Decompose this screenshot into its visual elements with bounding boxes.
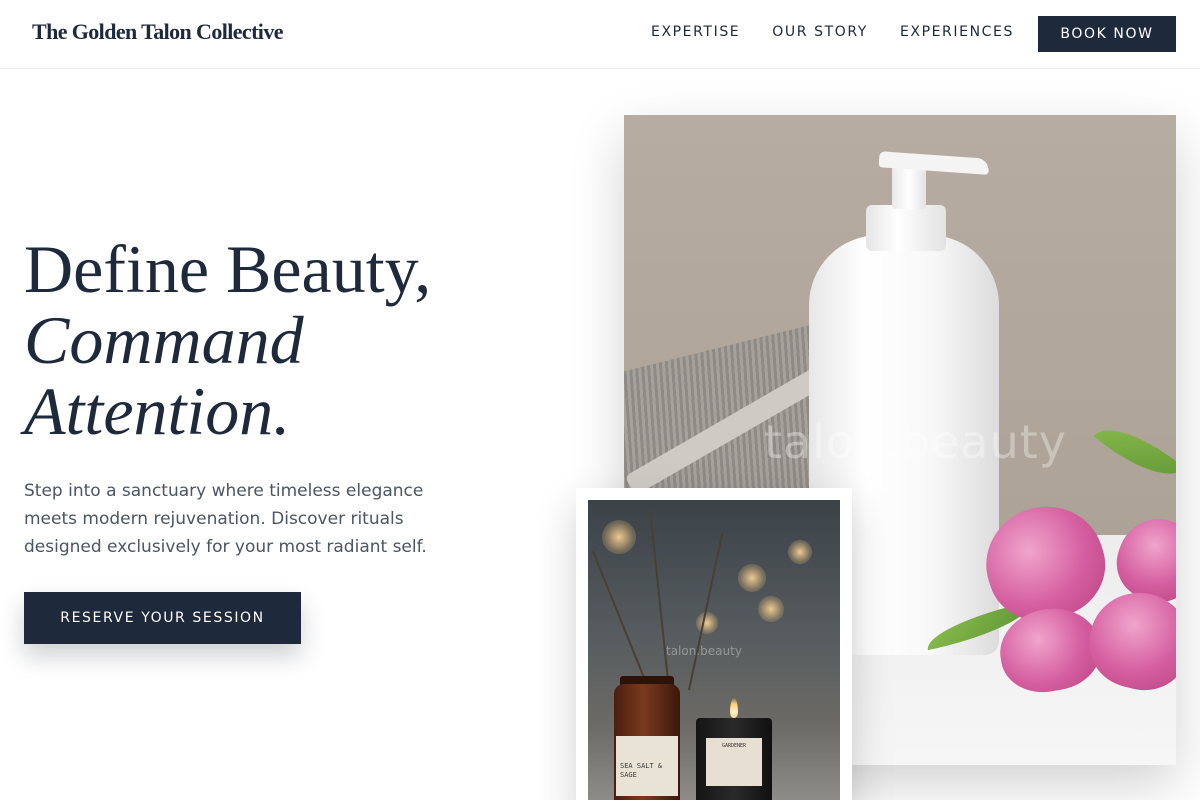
site-header: The Golden Talon Collective EXPERTISE OU…	[0, 0, 1200, 69]
bokeh-light	[696, 612, 718, 634]
nav-link-expertise[interactable]: EXPERTISE	[651, 24, 740, 40]
leaf-shape	[1093, 410, 1176, 494]
bokeh-light	[758, 596, 784, 622]
pump-stem-shape	[892, 165, 926, 209]
nav-link-our-story[interactable]: OUR STORY	[772, 24, 868, 40]
candle-flame-icon	[730, 698, 738, 718]
headline-line-1: Define Beauty,	[24, 231, 432, 307]
bokeh-light	[738, 564, 766, 592]
main-nav: EXPERTISE OUR STORY EXPERIENCES	[651, 24, 1014, 40]
candle-image: talon.beauty SEA SALT & SAGE GARDENER	[588, 500, 840, 800]
dried-flower-stem	[688, 533, 724, 691]
jar-label: SEA SALT & SAGE	[616, 736, 678, 796]
bokeh-light	[602, 520, 636, 554]
image-watermark: talon.beauty	[764, 415, 1068, 469]
dried-flower-stem	[649, 510, 670, 691]
dried-flower-stem	[591, 550, 650, 691]
reserve-session-button[interactable]: RESERVE YOUR SESSION	[24, 592, 301, 644]
headline-line-2: Command	[24, 302, 304, 378]
hero-description: Step into a sanctuary where timeless ele…	[24, 481, 427, 557]
hero-headline: Define Beauty, Command Attention.	[24, 234, 431, 447]
brand-logo[interactable]: The Golden Talon Collective	[32, 19, 283, 45]
bottle-neck-shape	[866, 205, 946, 251]
image-watermark-small: talon.beauty	[666, 644, 742, 658]
candle-label: GARDENER	[706, 738, 762, 786]
book-now-button[interactable]: BOOK NOW	[1038, 16, 1176, 52]
nav-link-experiences[interactable]: EXPERIENCES	[900, 24, 1014, 40]
headline-line-3: Attention.	[24, 373, 291, 449]
bokeh-light	[788, 540, 812, 564]
